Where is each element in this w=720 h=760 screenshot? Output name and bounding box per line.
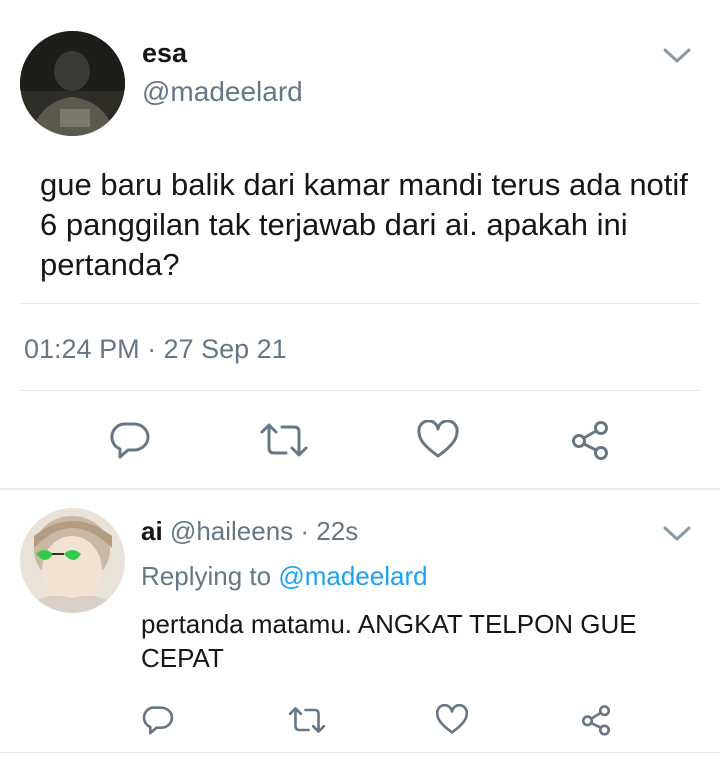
share-icon [581,705,611,736]
divider [0,752,720,753]
retweet-icon [288,707,326,733]
replying-to-label: Replying to [141,561,272,591]
like-button[interactable] [434,702,470,738]
reply-header: ai @haileens · 22s [141,516,358,547]
tweet-text: gue baru balik dari kamar mandi terus ad… [40,167,688,282]
retweet-button[interactable] [286,702,328,738]
retweet-icon [260,423,308,457]
chevron-down-icon[interactable] [662,525,692,543]
reply-icon [142,706,174,735]
section-separator [0,488,720,490]
divider [20,303,700,304]
like-icon [417,420,459,458]
reply-time: · 22s [300,516,359,546]
tweet-timestamp: 01:24 PM · 27 Sep 21 [24,334,287,364]
share-button[interactable] [578,702,614,738]
reply-button[interactable] [106,418,154,462]
reply-author-avatar[interactable] [20,508,125,613]
share-icon [572,421,608,460]
chevron-down-icon[interactable] [662,47,692,65]
retweet-button[interactable] [258,418,310,462]
reply-author-handle[interactable]: @haileens [170,516,293,546]
reply-text: pertanda matamu. ANGKAT TELPON GUE CEPAT [141,609,637,673]
replying-to: Replying to @madeelard [141,561,428,592]
reply-author-name[interactable]: ai [141,516,163,546]
reply-icon [110,422,150,459]
replying-to-handle[interactable]: @madeelard [278,561,427,591]
reply-author-avatar-image [20,508,125,613]
like-icon [435,704,469,734]
share-button[interactable] [566,418,614,462]
author-avatar[interactable] [20,31,125,136]
divider [20,390,700,391]
author-avatar-image [20,31,125,136]
author-name[interactable]: esa [142,38,187,69]
author-handle[interactable]: @madeelard [142,76,303,108]
reply-button[interactable] [140,702,176,738]
like-button[interactable] [414,418,462,462]
